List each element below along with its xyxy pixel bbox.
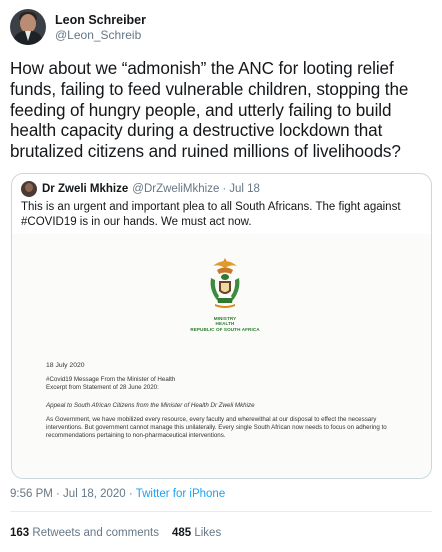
ministry-caption: MINISTRY HEALTH REPUBLIC OF SOUTH AFRICA xyxy=(190,316,260,332)
retweets-label: Retweets and comments xyxy=(32,527,159,539)
tweet: Leon Schreiber @Leon_Schreib How about w… xyxy=(0,0,442,552)
document-date: 18 July 2020 xyxy=(46,362,85,369)
quoted-document-image[interactable]: MINISTRY HEALTH REPUBLIC OF SOUTH AFRICA… xyxy=(12,234,431,478)
author-handle[interactable]: @Leon_Schreib xyxy=(55,28,146,43)
document-message: #Covid19 Message From the Minister of He… xyxy=(46,376,176,391)
retweets-stat[interactable]: 163 Retweets and comments xyxy=(10,527,159,539)
author-names: Leon Schreiber @Leon_Schreib xyxy=(55,12,146,43)
tweet-meta: 9:56 PM · Jul 18, 2020 · Twitter for iPh… xyxy=(10,487,225,502)
quoted-time: Jul 18 xyxy=(229,182,260,195)
author-display-name[interactable]: Leon Schreiber xyxy=(55,12,146,28)
likes-stat[interactable]: 485 Likes xyxy=(172,527,221,539)
quoted-tweet-header: Dr Zweli Mkhize @DrZweliMkhize · Jul 18 xyxy=(21,181,260,197)
avatar[interactable] xyxy=(10,9,46,45)
tweet-header: Leon Schreiber @Leon_Schreib xyxy=(10,9,146,45)
document-body: As Government, we have mobilized every r… xyxy=(46,416,387,439)
retweets-count: 163 xyxy=(10,527,30,539)
likes-label: Likes xyxy=(194,527,222,539)
likes-count: 485 xyxy=(171,527,192,539)
quoted-tweet-text: This is an urgent and important plea to … xyxy=(21,201,401,228)
coat-of-arms-icon xyxy=(210,258,240,308)
quoted-avatar xyxy=(21,181,37,197)
quoted-display-name: Dr Zweli Mkhize xyxy=(42,182,129,195)
separator-dot: · xyxy=(222,182,227,195)
document-appeal: Appeal to South African Citizens from th… xyxy=(46,402,255,409)
tweet-text: How about we “admonish” the ANC for loot… xyxy=(10,59,409,162)
quoted-handle: @DrZweliMkhize xyxy=(132,182,220,195)
tweet-stats: 163 Retweets and comments 485 Likes xyxy=(10,526,221,541)
quoted-tweet[interactable]: Dr Zweli Mkhize @DrZweliMkhize · Jul 18 … xyxy=(11,173,432,479)
tweet-source-link[interactable]: Twitter for iPhone xyxy=(136,488,225,500)
divider xyxy=(10,511,432,512)
tweet-timestamp[interactable]: 9:56 PM · Jul 18, 2020 · xyxy=(10,488,136,500)
